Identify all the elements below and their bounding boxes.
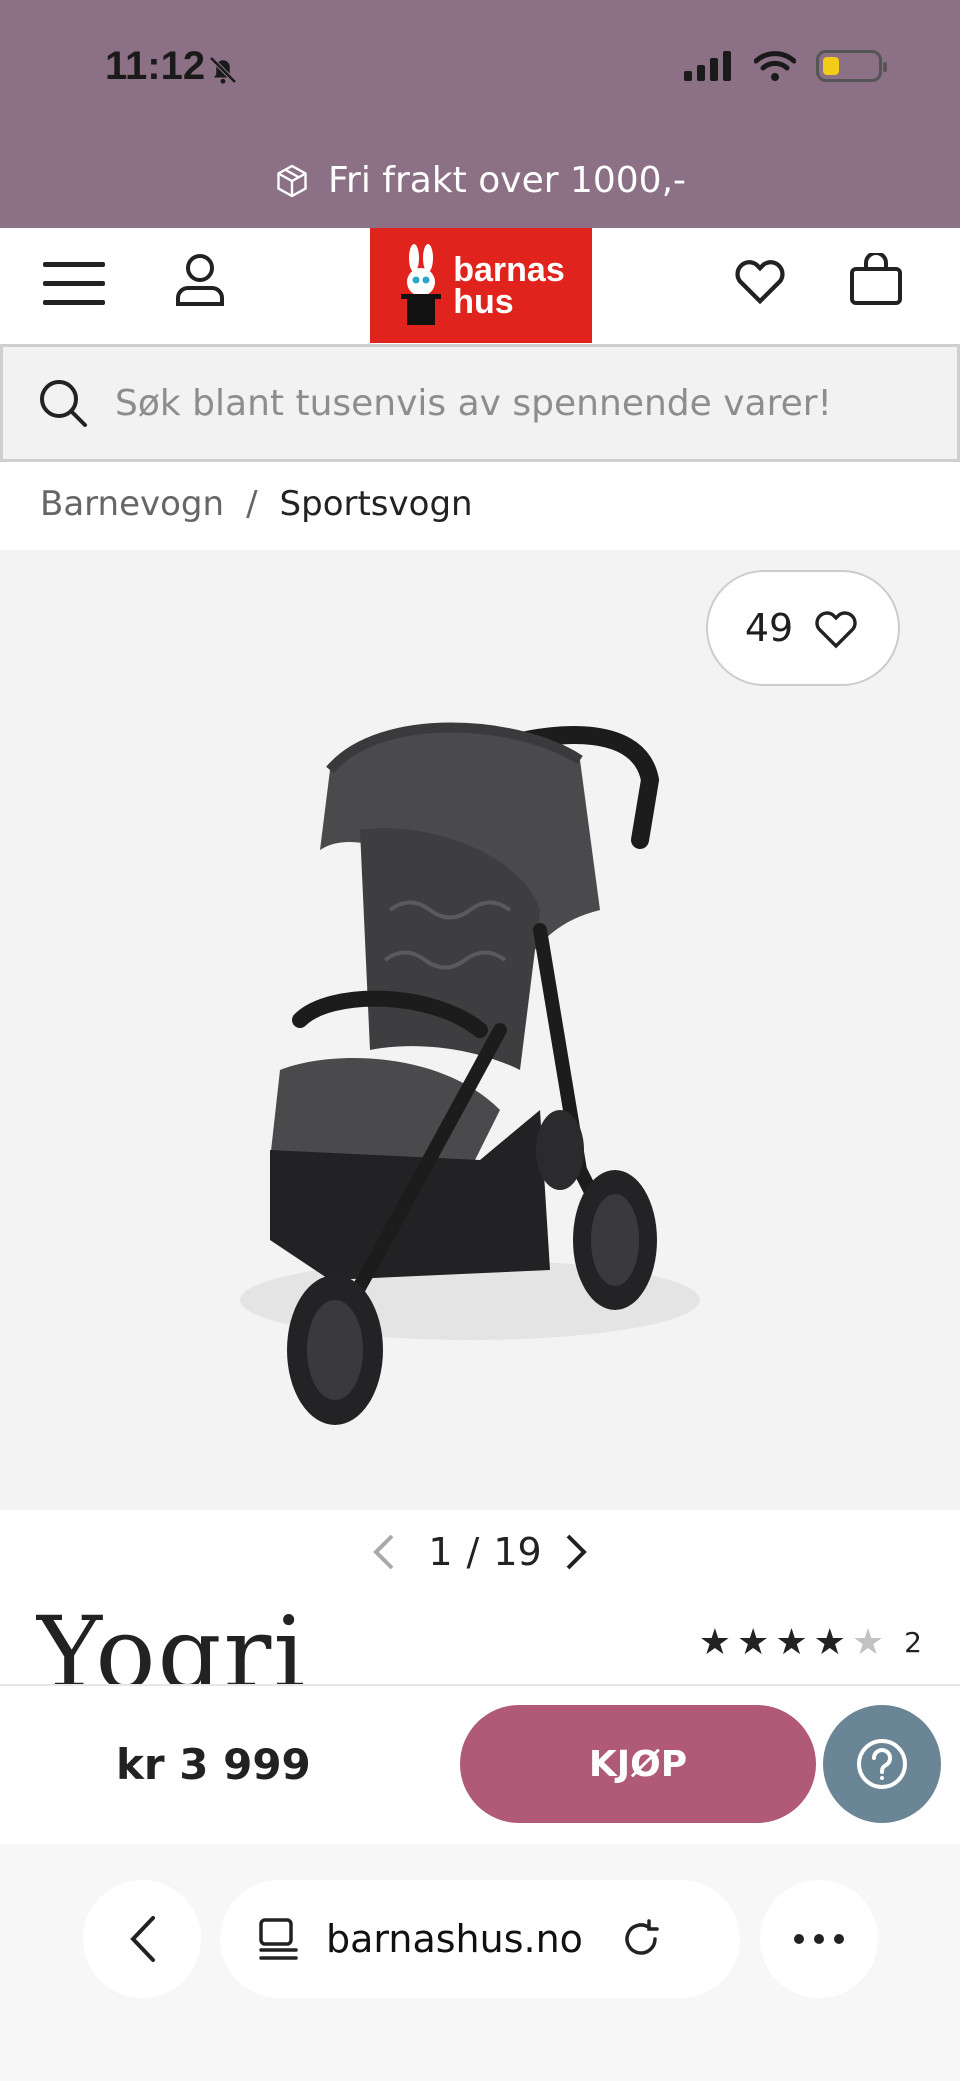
account-icon[interactable] [164,244,236,316]
brand-logo-yogri[interactable]: Yogri [36,1594,307,1684]
chevron-left-icon [130,1916,155,1962]
star-filled-icon: ★ [737,1622,770,1663]
cart-bag-icon[interactable] [840,244,912,316]
pager-current: 1 [428,1530,453,1574]
promo-bar: Fri frakt over 1000,- [0,160,960,201]
product-price: kr 3 999 [116,1740,311,1789]
star-filled-icon: ★ [698,1622,732,1663]
star-filled-icon: ★ [775,1622,808,1663]
chevron-left-icon[interactable] [370,1532,398,1572]
search-icon [40,380,87,427]
logo-text-line1: barnas [453,250,565,289]
browser-more-button[interactable] [760,1880,878,1998]
browser-back-button[interactable] [83,1880,201,1998]
review-count: 2 [904,1626,922,1659]
browser-address-bar[interactable]: barnashus.no [220,1880,740,1998]
battery-icon [816,50,887,82]
heart-icon [815,611,857,649]
search-input[interactable] [115,382,935,424]
wishlist-icon[interactable] [724,244,796,316]
more-dots-icon [794,1934,844,1944]
chevron-right-icon[interactable] [562,1532,590,1572]
breadcrumb: Barnevogn / Sportsvogn [40,484,473,524]
breadcrumb-current-sportsvogn: Sportsvogn [279,484,473,524]
favorite-count: 49 [744,606,794,650]
package-icon [277,164,307,197]
signal-icon [684,51,731,81]
product-image-gallery[interactable] [0,550,960,1510]
product-image-stroller[interactable] [0,550,960,1510]
page-menu-icon [259,1918,298,1960]
question-icon [857,1739,907,1789]
pager-total: 19 [493,1530,542,1574]
search-bar[interactable] [0,344,960,462]
browser-url: barnashus.no [326,1917,583,1961]
breadcrumb-link-barnevogn[interactable]: Barnevogn [40,484,224,524]
star-filled-icon: ★ [813,1622,846,1663]
rabbit-hat-logo-icon [401,243,442,325]
image-pager: 1 / 19 [0,1530,960,1574]
wifi-icon [754,51,796,81]
promo-text: Fri frakt over 1000,- [327,160,687,201]
product-rating[interactable]: ★ ★ ★ ★ ★ 2 [699,1622,922,1663]
reload-icon[interactable] [619,1917,663,1961]
silent-mode-icon [209,56,237,84]
status-icons [684,50,887,82]
menu-icon[interactable] [38,248,110,320]
favorite-count-button[interactable]: 49 [706,570,900,686]
star-empty-icon: ★ [851,1622,885,1663]
site-logo[interactable]: barnas hus [370,228,592,343]
status-time: 11:12 [105,44,206,88]
buy-button[interactable]: KJØP [460,1705,816,1823]
breadcrumb-separator: / [246,484,258,524]
logo-text-line2: hus [453,282,514,321]
pager-separator: / [466,1530,480,1574]
help-button[interactable] [823,1705,941,1823]
